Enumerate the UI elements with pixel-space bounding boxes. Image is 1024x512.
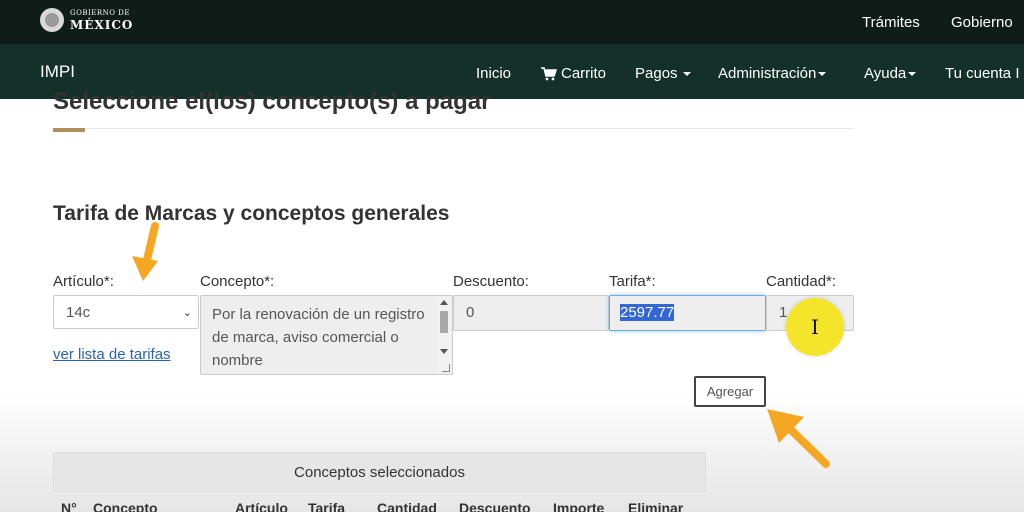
conceptos-seleccionados-heading: Conceptos seleccionados <box>53 452 706 492</box>
column-header-concepto: Concepto <box>93 500 158 512</box>
government-bar: GOBIERNO DE MÉXICO Trámites Gobierno <box>0 0 1024 44</box>
nav-item-tu-cuenta[interactable]: Tu cuenta I <box>945 44 1020 103</box>
label-tarifa: Tarifa*: <box>609 273 656 290</box>
nav-item-carrito-label: Carrito <box>561 65 607 82</box>
concepto-text: Por la renovación de un registro de marc… <box>212 306 425 369</box>
label-cantidad: Cantidad*: <box>766 273 837 290</box>
nav-item-carrito[interactable]: Carrito <box>541 44 606 103</box>
section-title: Tarifa de Marcas y conceptos generales <box>53 202 450 225</box>
title-accent-bar <box>53 128 85 132</box>
label-concepto: Concepto*: <box>200 273 275 290</box>
descuento-value: 0 <box>466 304 475 321</box>
articulo-select[interactable]: 14c ⌄ <box>53 295 199 329</box>
column-header-cantidad: Cantidad <box>377 500 437 512</box>
scroll-up-arrow-icon[interactable] <box>440 300 448 305</box>
cursor-highlight: I <box>786 298 844 356</box>
seal-icon <box>40 8 64 32</box>
column-header-descuento: Descuento <box>459 500 531 512</box>
descuento-input[interactable]: 0 <box>453 295 609 331</box>
concepto-textarea[interactable]: Por la renovación de un registro de marc… <box>200 295 453 375</box>
text-cursor-icon: I <box>811 315 819 339</box>
page-title: Seleccione el(los) concepto(s) a pagar <box>53 88 491 115</box>
arrow-down-icon <box>132 222 159 281</box>
chevron-down-icon: ⌄ <box>182 307 192 319</box>
resize-grip-icon[interactable] <box>442 364 450 372</box>
tarifa-value: 2597.77 <box>620 304 675 321</box>
nav-item-ayuda[interactable]: Ayuda <box>864 44 917 103</box>
nav-item-administracion-label: Administración <box>718 65 817 82</box>
column-header-importe: Importe <box>553 500 605 512</box>
nav-item-pagos[interactable]: Pagos <box>635 44 691 103</box>
scroll-thumb[interactable] <box>440 311 448 333</box>
label-articulo: Artículo*: <box>53 273 114 290</box>
concepto-scrollbar[interactable] <box>437 297 451 373</box>
label-descuento: Descuento: <box>453 273 529 290</box>
scroll-down-arrow-icon[interactable] <box>440 349 448 354</box>
gobierno-de-mexico-logo[interactable]: GOBIERNO DE MÉXICO <box>40 6 133 34</box>
ver-lista-tarifas-link[interactable]: ver lista de tarifas <box>53 346 171 363</box>
column-header-tarifa: Tarifa <box>308 500 346 512</box>
cart-icon <box>541 66 557 80</box>
column-header-articulo: Artículo <box>235 500 288 512</box>
nav-link-tramites[interactable]: Trámites <box>862 0 920 44</box>
tarifa-input[interactable]: 2597.77 <box>609 295 766 331</box>
logo-line2: MÉXICO <box>70 17 134 32</box>
caret-down-icon <box>908 71 917 76</box>
caret-down-icon <box>682 71 691 76</box>
column-header-num: N° <box>61 500 77 512</box>
nav-item-ayuda-label: Ayuda <box>864 65 907 82</box>
nav-item-administracion[interactable]: Administración <box>718 44 827 103</box>
agregar-button[interactable]: Agregar <box>694 376 766 407</box>
nav-item-pagos-label: Pagos <box>635 65 678 82</box>
column-header-eliminar: Eliminar <box>628 500 684 512</box>
logo-line1: GOBIERNO DE <box>70 8 130 17</box>
title-divider <box>53 128 853 129</box>
articulo-selected-value: 14c <box>66 304 91 321</box>
nav-link-gobierno[interactable]: Gobierno <box>951 0 1013 44</box>
caret-down-icon <box>818 71 827 76</box>
